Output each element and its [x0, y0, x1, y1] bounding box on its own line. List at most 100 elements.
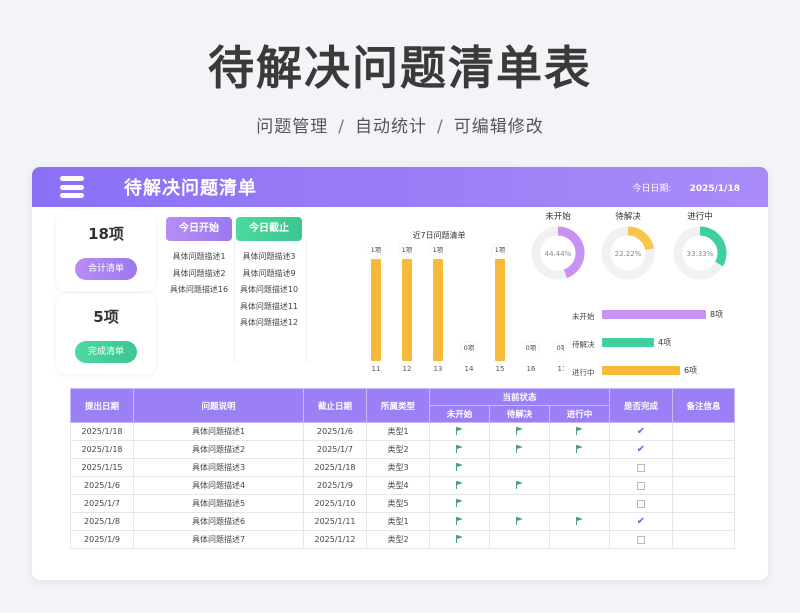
submit-date-cell: 2025/1/9 [70, 530, 134, 549]
flag-icon [515, 516, 524, 525]
list-item: 具体问题描述16 [169, 285, 229, 294]
due-date-cell: 2025/1/10 [303, 494, 367, 513]
description-cell: 具体问题描述6 [133, 512, 304, 531]
donut-chart: 44.44% [531, 226, 585, 280]
status-cell [489, 494, 550, 513]
hbar-row: 待解决 4项 [572, 333, 752, 361]
checkmark-icon[interactable]: ✔ [637, 444, 645, 454]
checkbox[interactable] [637, 463, 645, 472]
bar [371, 259, 381, 361]
submit-date-cell: 2025/1/8 [70, 512, 134, 531]
completed-cell: ✔ [609, 512, 673, 531]
status-cell [429, 494, 490, 513]
data-label: 1项 [402, 246, 413, 254]
due-date-cell: 2025/1/18 [303, 458, 367, 477]
done-stat-card: 5项 完成清单 [56, 294, 156, 374]
category-cell: 类型4 [366, 476, 430, 495]
status-horizontal-bars: 未开始 8项 待解决 4项 进行中 6项 [572, 305, 752, 389]
status-cell [549, 476, 610, 495]
flag-icon [515, 480, 524, 489]
status-cell [429, 530, 490, 549]
hbar-label: 待解决 [572, 340, 595, 349]
donut-value-label: 33.33% [687, 250, 714, 258]
notes-cell [672, 440, 735, 459]
column-header: 提出日期 [70, 388, 134, 423]
chart-title: 近7日问题清单 [412, 230, 465, 240]
column-header: 备注信息 [672, 388, 735, 423]
status-cell [429, 512, 490, 531]
category-cell: 类型2 [366, 530, 430, 549]
flag-icon [455, 426, 464, 435]
submit-date-cell: 2025/1/7 [70, 494, 134, 513]
column-header: 待解决 [489, 405, 550, 423]
subtitle-separator: / [437, 117, 444, 137]
dashboard-panel: 18项 合计清单 5项 完成清单 今日开始 具体问题描述1 具体问题描述2 具体… [52, 211, 752, 377]
column-group-header: 当前状态 [429, 388, 610, 406]
total-count: 18项 [88, 225, 124, 243]
divider [234, 241, 235, 363]
flag-icon [455, 534, 464, 543]
notes-cell [672, 422, 735, 441]
donut-in-progress: 进行中 33.33% [670, 211, 730, 287]
flag-icon [455, 480, 464, 489]
status-cell [429, 476, 490, 495]
donut-title: 未开始 [545, 212, 571, 222]
status-cell [489, 530, 550, 549]
status-cell [549, 494, 610, 513]
donut-value-label: 44.44% [545, 250, 572, 258]
column-header: 问题说明 [133, 388, 304, 423]
data-label: 0项 [526, 344, 537, 352]
category-cell: 类型1 [366, 512, 430, 531]
description-cell: 具体问题描述7 [133, 530, 304, 549]
hbar-value-label: 6项 [684, 366, 698, 375]
status-cell [549, 530, 610, 549]
bar [402, 259, 412, 361]
column-header: 截止日期 [303, 388, 367, 423]
data-label: 1项 [433, 246, 444, 254]
table-row: 2025/1/15 具体问题描述3 2025/1/18 类型3 [70, 458, 735, 477]
checkbox[interactable] [637, 535, 645, 544]
table-row: 2025/1/18 具体问题描述2 2025/1/7 类型2 ✔ [70, 440, 735, 459]
subtitle-separator: / [338, 117, 345, 137]
checkbox[interactable] [637, 481, 645, 490]
checkmark-icon[interactable]: ✔ [637, 426, 645, 436]
donut-value-label: 22.22% [615, 250, 642, 258]
hbar-track [602, 310, 706, 319]
completed-cell: ✔ [609, 440, 673, 459]
donut-pending: 待解决 22.22% [598, 211, 658, 287]
today-due-button[interactable]: 今日截止 [236, 217, 302, 241]
done-list-button[interactable]: 完成清单 [75, 341, 137, 363]
data-label: 1项 [371, 246, 382, 254]
checkmark-icon[interactable]: ✔ [637, 516, 645, 526]
list-item: 具体问题描述1 [172, 252, 226, 261]
due-date-cell: 2025/1/12 [303, 530, 367, 549]
status-donuts: 未开始 44.44% 待解决 22.22% 进行中 33.33% [528, 211, 758, 291]
column-header: 未开始 [429, 405, 490, 423]
subtitle-item: 自动统计 [355, 117, 427, 137]
list-item: 具体问题描述2 [172, 268, 226, 278]
status-cell [429, 422, 490, 441]
due-date-cell: 2025/1/11 [303, 512, 367, 531]
total-list-button[interactable]: 合计清单 [75, 258, 137, 280]
completed-cell [609, 458, 673, 477]
description-cell: 具体问题描述2 [133, 440, 304, 459]
status-cell [549, 422, 610, 441]
total-stat-card: 18项 合计清单 [56, 211, 156, 291]
status-cell [429, 458, 490, 477]
today-start-button[interactable]: 今日开始 [166, 217, 232, 241]
bar [433, 259, 443, 361]
hbar-row: 未开始 8项 [572, 305, 752, 333]
flag-icon [575, 426, 584, 435]
hbar-fill [602, 366, 680, 375]
donut-title: 待解决 [615, 212, 641, 222]
data-label: 0项 [464, 344, 475, 352]
tick-label: 14 [465, 365, 474, 371]
submit-date-cell: 2025/1/6 [70, 476, 134, 495]
checkbox[interactable] [637, 499, 645, 508]
status-cell [429, 440, 490, 459]
completed-cell [609, 476, 673, 495]
today-start-column: 今日开始 具体问题描述1 具体问题描述2 具体问题描述16 [166, 217, 232, 299]
hamburger-menu-icon[interactable] [60, 176, 84, 198]
column-header: 是否完成 [609, 388, 673, 423]
due-date-cell: 2025/1/7 [303, 440, 367, 459]
